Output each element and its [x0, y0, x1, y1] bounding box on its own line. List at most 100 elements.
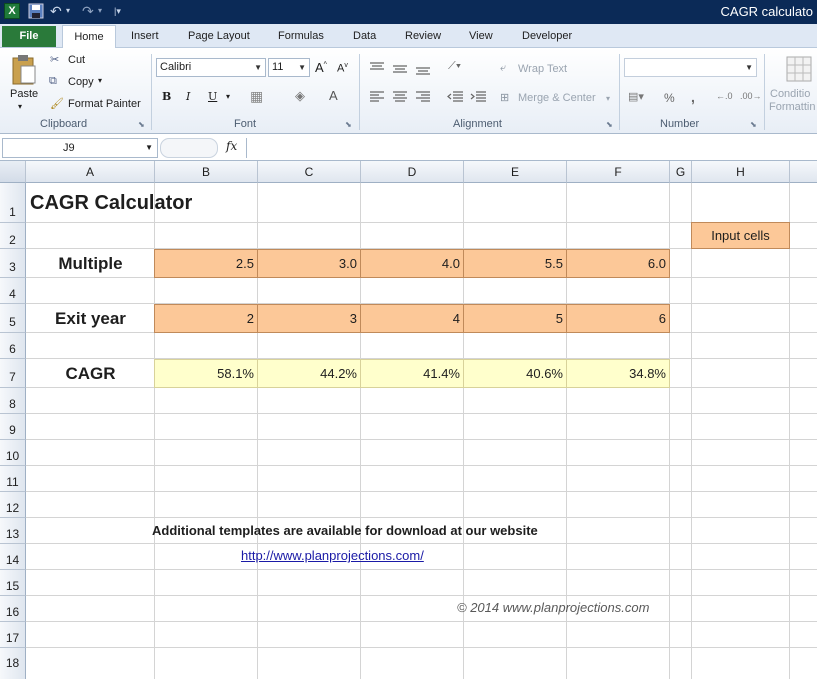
align-right-icon[interactable] [416, 91, 430, 106]
decrease-font-icon[interactable]: Av [337, 62, 348, 75]
font-launcher-icon[interactable]: ⬊ [345, 120, 352, 129]
clipboard-launcher-icon[interactable]: ⬊ [138, 120, 145, 129]
conditional-formatting-label-1[interactable]: Conditio [770, 88, 810, 100]
tab-insert[interactable]: Insert [131, 30, 159, 42]
row-header[interactable]: 7 [0, 359, 26, 388]
exit-year-cell[interactable]: 3 [257, 304, 361, 333]
column-header-d[interactable]: D [361, 161, 464, 183]
comma-style-button[interactable]: , [691, 89, 695, 105]
select-all-corner[interactable] [0, 161, 26, 183]
row-header[interactable]: 4 [0, 278, 26, 304]
row-header[interactable]: 13 [0, 518, 26, 544]
cagr-cell[interactable]: 44.2% [257, 359, 361, 388]
worksheet-grid[interactable]: A B C D E F G H 1 2 3 4 5 6 7 8 9 10 11 … [0, 161, 817, 679]
number-launcher-icon[interactable]: ⬊ [750, 120, 757, 129]
exit-year-cell[interactable]: 5 [463, 304, 567, 333]
formula-input[interactable] [246, 138, 817, 158]
name-box[interactable]: J9 ▼ [2, 138, 158, 158]
excel-icon[interactable]: X [4, 3, 20, 19]
column-header-a[interactable]: A [26, 161, 155, 183]
column-header-f[interactable]: F [567, 161, 670, 183]
sheet-title[interactable]: CAGR Calculator [30, 192, 192, 215]
tab-developer[interactable]: Developer [522, 30, 572, 42]
paste-icon[interactable] [10, 54, 38, 86]
column-header-b[interactable]: B [155, 161, 258, 183]
cagr-cell[interactable]: 58.1% [154, 359, 258, 388]
row-header[interactable]: 11 [0, 466, 26, 492]
format-painter-button[interactable]: Format Painter [68, 98, 141, 110]
exit-year-cell[interactable]: 4 [360, 304, 464, 333]
website-link[interactable]: http://www.planprojections.com/ [241, 548, 424, 563]
row-header[interactable]: 8 [0, 388, 26, 414]
align-left-icon[interactable] [370, 91, 384, 106]
underline-button[interactable]: U [208, 90, 217, 103]
column-header-h[interactable]: H [692, 161, 790, 183]
row-header[interactable]: 1 [0, 183, 26, 223]
redo-icon[interactable]: ↷ [82, 3, 98, 19]
copy-dropdown-icon[interactable]: ▾ [98, 76, 102, 85]
row-header[interactable]: 2 [0, 223, 26, 249]
multiple-label[interactable]: Multiple [26, 254, 155, 274]
row-header[interactable]: 6 [0, 333, 26, 359]
redo-dropdown-icon[interactable]: ▾ [98, 3, 114, 19]
customize-toolbar-icon[interactable]: |▾ [114, 3, 130, 19]
row-header[interactable]: 5 [0, 304, 26, 333]
cagr-cell[interactable]: 40.6% [463, 359, 567, 388]
tab-formulas[interactable]: Formulas [278, 30, 324, 42]
tab-data[interactable]: Data [353, 30, 376, 42]
conditional-formatting-label-2[interactable]: Formattin [769, 101, 815, 113]
align-center-icon[interactable] [393, 91, 407, 106]
multiple-cell[interactable]: 4.0 [360, 249, 464, 278]
align-middle-icon[interactable] [393, 64, 407, 77]
undo-icon[interactable]: ↶ [50, 3, 66, 19]
multiple-cell[interactable]: 6.0 [566, 249, 670, 278]
merge-center-icon[interactable]: ⊞ [500, 91, 509, 104]
undo-dropdown-icon[interactable]: ▾ [66, 3, 82, 19]
copy-icon[interactable]: ⧉ [49, 75, 57, 88]
row-header[interactable]: 17 [0, 622, 26, 648]
conditional-formatting-icon[interactable] [786, 56, 812, 85]
increase-indent-icon[interactable] [470, 91, 486, 106]
row-header[interactable]: 16 [0, 596, 26, 622]
font-name-select[interactable]: Calibri ▼ [156, 58, 266, 77]
increase-decimal-icon[interactable]: ←.0 [716, 91, 733, 101]
row-header[interactable]: 12 [0, 492, 26, 518]
row-header[interactable]: 9 [0, 414, 26, 440]
number-format-select[interactable]: ▼ [624, 58, 757, 77]
increase-font-icon[interactable]: A^ [315, 60, 327, 75]
bold-button[interactable]: B [162, 90, 171, 103]
wrap-text-button[interactable]: Wrap Text [518, 63, 567, 75]
insert-function-icon[interactable]: fx [226, 139, 237, 153]
merge-dropdown-icon[interactable]: ▾ [606, 94, 610, 103]
paste-dropdown-icon[interactable]: ▾ [18, 102, 22, 111]
exit-year-cell[interactable]: 6 [566, 304, 670, 333]
cut-button[interactable]: Cut [68, 54, 85, 66]
cagr-cell[interactable]: 41.4% [360, 359, 464, 388]
multiple-cell[interactable]: 3.0 [257, 249, 361, 278]
save-icon[interactable] [28, 3, 44, 19]
font-size-select[interactable]: 11 ▼ [268, 58, 310, 77]
orientation-icon[interactable]: ⟋▾ [448, 60, 461, 73]
row-header[interactable]: 15 [0, 570, 26, 596]
exit-year-label[interactable]: Exit year [26, 309, 155, 329]
cut-icon[interactable]: ✂ [50, 53, 59, 66]
tab-view[interactable]: View [469, 30, 493, 42]
tab-home[interactable]: Home [62, 25, 116, 49]
wrap-text-icon[interactable]: ⤶ [500, 62, 506, 75]
cagr-label[interactable]: CAGR [26, 364, 155, 384]
row-header[interactable]: 18 [0, 648, 26, 679]
row-header[interactable]: 3 [0, 249, 26, 278]
tab-review[interactable]: Review [405, 30, 441, 42]
tab-page-layout[interactable]: Page Layout [188, 30, 250, 42]
tab-file[interactable]: File [2, 26, 56, 47]
cagr-cell[interactable]: 34.8% [566, 359, 670, 388]
percent-style-button[interactable]: % [664, 91, 675, 105]
templates-note[interactable]: Additional templates are available for d… [152, 523, 538, 538]
alignment-launcher-icon[interactable]: ⬊ [606, 120, 613, 129]
align-top-icon[interactable] [370, 62, 384, 75]
merge-center-button[interactable]: Merge & Center [518, 92, 596, 104]
multiple-cell[interactable]: 2.5 [154, 249, 258, 278]
exit-year-cell[interactable]: 2 [154, 304, 258, 333]
underline-dropdown-icon[interactable]: ▾ [226, 92, 230, 101]
input-cells-legend[interactable]: Input cells [691, 222, 790, 249]
